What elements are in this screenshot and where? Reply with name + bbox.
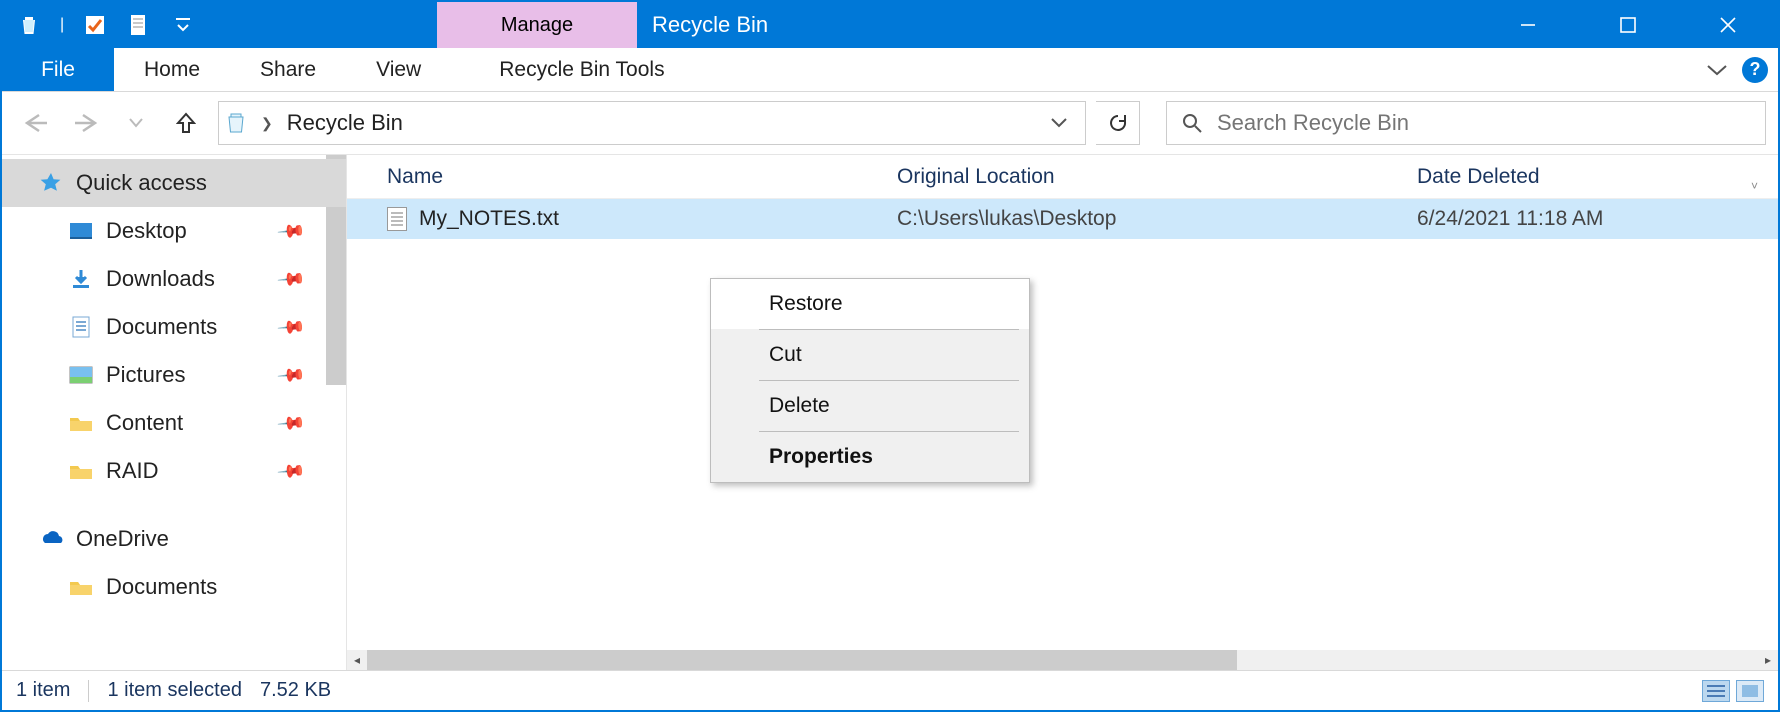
tab-view[interactable]: View — [346, 48, 451, 91]
pin-icon: 📌 — [275, 312, 306, 342]
close-button[interactable] — [1678, 2, 1778, 48]
ribbon-tabs: File Home Share View Recycle Bin Tools ? — [2, 48, 1778, 92]
column-header-date-deleted[interactable]: Date Deleted˅ — [1377, 165, 1778, 189]
tab-recycle-bin-tools[interactable]: Recycle Bin Tools — [451, 48, 712, 91]
sidebar-item-pictures[interactable]: Pictures 📌 — [2, 351, 346, 399]
text-file-icon — [387, 207, 407, 231]
qat-dropdown-icon[interactable] — [170, 12, 196, 38]
sidebar-item-downloads[interactable]: Downloads 📌 — [2, 255, 346, 303]
sidebar-item-label: OneDrive — [76, 526, 169, 552]
folder-icon — [68, 460, 94, 482]
column-headers: Name Original Location Date Deleted˅ — [347, 155, 1778, 199]
maximize-button[interactable] — [1578, 2, 1678, 48]
sidebar-item-onedrive[interactable]: OneDrive — [2, 515, 346, 563]
scroll-thumb[interactable] — [367, 650, 1237, 670]
file-list-area: Name Original Location Date Deleted˅ My_… — [347, 155, 1778, 670]
sidebar-item-content[interactable]: Content 📌 — [2, 399, 346, 447]
horizontal-scrollbar[interactable]: ◂ ▸ — [347, 650, 1778, 670]
folder-icon — [68, 412, 94, 434]
quick-access-toolbar: | — [2, 12, 196, 38]
pin-icon: 📌 — [275, 456, 306, 486]
pin-icon: 📌 — [275, 216, 306, 246]
sidebar-item-label: Desktop — [106, 218, 187, 244]
pin-icon: 📌 — [275, 408, 306, 438]
properties-qat-icon[interactable] — [82, 12, 108, 38]
documents-icon — [68, 316, 94, 338]
column-header-original-location[interactable]: Original Location — [857, 165, 1377, 189]
breadcrumb-separator-icon[interactable]: ❯ — [257, 115, 277, 132]
sidebar-item-label: Content — [106, 410, 183, 436]
sidebar-item-label: RAID — [106, 458, 159, 484]
file-row[interactable]: My_NOTES.txt C:\Users\lukas\Desktop 6/24… — [347, 199, 1778, 239]
navigation-pane: ▴ Quick access Desktop 📌 Downloads 📌 — [2, 155, 347, 670]
desktop-icon — [68, 220, 94, 242]
column-header-name[interactable]: Name — [347, 165, 857, 189]
sidebar-item-label: Quick access — [76, 170, 207, 196]
ribbon-collapse-icon[interactable] — [1706, 63, 1728, 77]
recycle-bin-icon — [16, 12, 42, 38]
file-rows: My_NOTES.txt C:\Users\lukas\Desktop 6/24… — [347, 199, 1778, 650]
details-view-button[interactable] — [1702, 680, 1730, 702]
recent-locations-button[interactable] — [122, 109, 150, 137]
context-menu-cut[interactable]: Cut — [711, 330, 1029, 380]
search-icon — [1181, 112, 1203, 134]
address-dropdown-icon[interactable] — [1039, 102, 1079, 144]
pictures-icon — [68, 364, 94, 386]
folder-icon — [68, 576, 94, 598]
tab-share[interactable]: Share — [230, 48, 346, 91]
sidebar-item-onedrive-documents[interactable]: Documents — [2, 563, 346, 611]
search-input[interactable] — [1217, 110, 1751, 136]
minimize-button[interactable] — [1478, 2, 1578, 48]
context-menu-delete[interactable]: Delete — [711, 381, 1029, 431]
status-item-count: 1 item — [16, 679, 70, 702]
qat-separator: | — [60, 16, 64, 34]
sidebar-item-label: Pictures — [106, 362, 185, 388]
file-date-deleted: 6/24/2021 11:18 AM — [1377, 207, 1778, 231]
sidebar-item-raid[interactable]: RAID 📌 — [2, 447, 346, 495]
new-folder-qat-icon[interactable] — [126, 12, 152, 38]
file-name: My_NOTES.txt — [419, 207, 559, 231]
context-menu-properties[interactable]: Properties — [711, 432, 1029, 482]
address-bar[interactable]: ❯ Recycle Bin — [218, 101, 1086, 145]
sidebar-item-quick-access[interactable]: Quick access — [2, 159, 346, 207]
title-bar: | Manage Recycle Bin — [2, 2, 1778, 48]
view-toggles — [1702, 680, 1764, 702]
forward-button[interactable] — [72, 109, 100, 137]
quick-access-icon — [38, 172, 64, 194]
status-selection-size: 7.52 KB — [260, 679, 331, 702]
scroll-right-icon[interactable]: ▸ — [1758, 650, 1778, 670]
scroll-left-icon[interactable]: ◂ — [347, 650, 367, 670]
file-tab[interactable]: File — [2, 48, 114, 91]
back-button[interactable] — [22, 109, 50, 137]
onedrive-icon — [38, 528, 64, 550]
status-selection: 1 item selected — [107, 679, 242, 702]
pin-icon: 📌 — [275, 264, 306, 294]
navigation-row: ❯ Recycle Bin — [2, 92, 1778, 154]
breadcrumb-location[interactable]: Recycle Bin — [287, 110, 403, 136]
context-menu-restore[interactable]: Restore — [711, 279, 1029, 329]
sidebar-item-label: Documents — [106, 314, 217, 340]
sort-indicator-icon: ˅ — [1751, 179, 1758, 193]
sidebar-item-label: Documents — [106, 574, 217, 600]
status-bar: 1 item 1 item selected 7.52 KB — [2, 670, 1778, 710]
status-divider — [88, 680, 89, 702]
downloads-icon — [68, 268, 94, 290]
refresh-button[interactable] — [1096, 101, 1140, 145]
window-title: Recycle Bin — [652, 2, 768, 48]
thumbnails-view-button[interactable] — [1736, 680, 1764, 702]
contextual-tab-manage[interactable]: Manage — [437, 2, 637, 48]
sidebar-item-desktop[interactable]: Desktop 📌 — [2, 207, 346, 255]
up-button[interactable] — [172, 109, 200, 137]
search-box[interactable] — [1166, 101, 1766, 145]
file-original-location: C:\Users\lukas\Desktop — [857, 207, 1377, 231]
window-controls — [1478, 2, 1778, 48]
tab-home[interactable]: Home — [114, 48, 230, 91]
help-icon[interactable]: ? — [1742, 57, 1768, 83]
pin-icon: 📌 — [275, 360, 306, 390]
recycle-bin-address-icon — [225, 111, 247, 135]
sidebar-item-label: Downloads — [106, 266, 215, 292]
sidebar-item-documents[interactable]: Documents 📌 — [2, 303, 346, 351]
context-menu: Restore Cut Delete Properties — [710, 278, 1030, 483]
